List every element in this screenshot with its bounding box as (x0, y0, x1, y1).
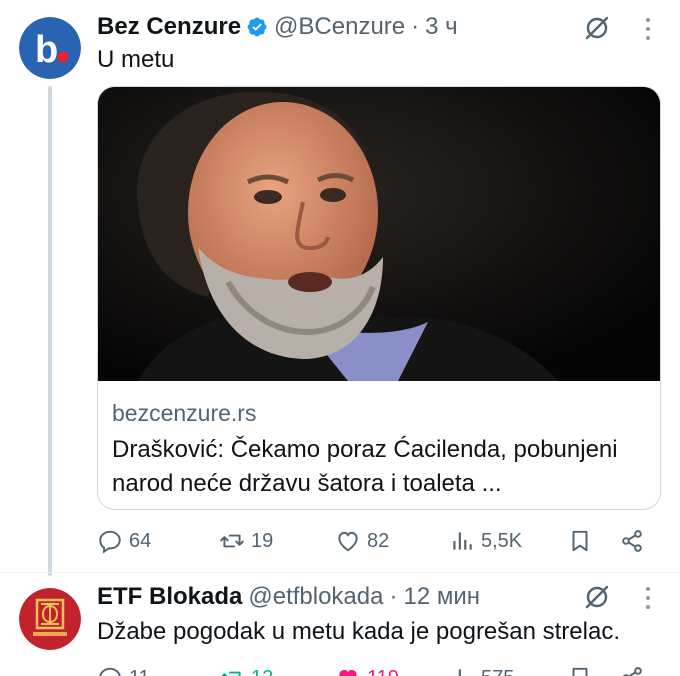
card-title[interactable]: Drašković: Čekamo poraz Ćacilenda, pobun… (112, 433, 652, 501)
tweet-etf-blokada[interactable]: ETF Blokada @etfblokada · 12 мин Džabe p… (0, 573, 680, 676)
timestamp[interactable]: 12 мин (403, 583, 480, 611)
share-button[interactable] (619, 661, 651, 676)
more-options-icon[interactable] (644, 15, 652, 43)
share-icon (622, 667, 642, 676)
like-count: 119 (367, 667, 399, 676)
tweet-text: Džabe pogodak u metu kada je pogrešan st… (97, 618, 620, 645)
like-button[interactable]: 82 (335, 524, 389, 558)
views-count: 575 (481, 667, 514, 676)
like-count: 82 (367, 529, 390, 552)
grok-icon[interactable] (583, 14, 611, 42)
more-options-icon[interactable] (644, 584, 652, 612)
reply-button[interactable]: 64 (97, 524, 151, 558)
grok-icon[interactable] (583, 583, 611, 611)
views-chart-icon (453, 532, 472, 550)
reply-count: 11 (129, 667, 150, 676)
tweet-header: ETF Blokada @etfblokada · 12 мин (97, 581, 480, 613)
retweet-count: 12 (251, 667, 273, 676)
timestamp[interactable]: 3 ч (425, 13, 458, 41)
reply-icon (99, 530, 121, 554)
avatar[interactable]: b (19, 17, 81, 79)
tweet-text: U metu (97, 46, 175, 73)
heart-icon (338, 531, 358, 552)
card-image[interactable] (98, 87, 660, 381)
retweet-count: 19 (251, 529, 274, 552)
bez-cenzure-logo-icon: b (19, 17, 81, 79)
reply-icon (99, 667, 121, 676)
tweet-actions: 11 12 119 575 (97, 661, 657, 676)
reply-count: 64 (129, 529, 152, 552)
views-button[interactable]: 5,5K (449, 524, 522, 558)
portrait-photo (98, 87, 660, 381)
reply-button[interactable]: 11 (97, 661, 150, 676)
heart-filled-icon (339, 669, 357, 676)
author-name[interactable]: ETF Blokada (97, 583, 242, 611)
avatar[interactable] (19, 588, 81, 650)
retweet-button[interactable]: 19 (219, 524, 273, 558)
separator-dot: · (411, 13, 420, 40)
views-chart-icon (458, 669, 461, 676)
author-name[interactable]: Bez Cenzure (97, 13, 241, 41)
bookmark-icon (572, 667, 588, 676)
bookmark-button[interactable] (567, 661, 599, 676)
svg-text:b: b (35, 29, 58, 71)
share-button[interactable] (619, 524, 651, 558)
retweet-button[interactable]: 12 (219, 661, 273, 676)
retweet-icon (221, 671, 241, 676)
author-handle[interactable]: @etfblokada (248, 583, 383, 611)
tweet-bez-cenzure[interactable]: b Bez Cenzure @BCenzure · 3 ч U metu bez… (0, 0, 680, 572)
tweet-actions: 64 19 82 5,5K (97, 524, 657, 558)
retweet-icon (220, 534, 244, 548)
verified-badge-icon (247, 17, 267, 37)
share-icon (622, 530, 642, 552)
separator-dot: · (389, 583, 398, 610)
views-button[interactable]: 575 (449, 661, 514, 676)
tweet-header: Bez Cenzure @BCenzure · 3 ч (97, 11, 458, 43)
link-preview-card[interactable]: bezcenzure.rs Drašković: Čekamo poraz Ća… (97, 86, 661, 510)
card-domain[interactable]: bezcenzure.rs (112, 400, 256, 427)
bookmark-icon (572, 530, 588, 552)
like-button[interactable]: 119 (335, 661, 399, 676)
views-count: 5,5K (481, 529, 523, 552)
etf-blokada-emblem-icon (19, 588, 81, 650)
bookmark-button[interactable] (567, 524, 599, 558)
author-handle[interactable]: @BCenzure (274, 13, 405, 41)
